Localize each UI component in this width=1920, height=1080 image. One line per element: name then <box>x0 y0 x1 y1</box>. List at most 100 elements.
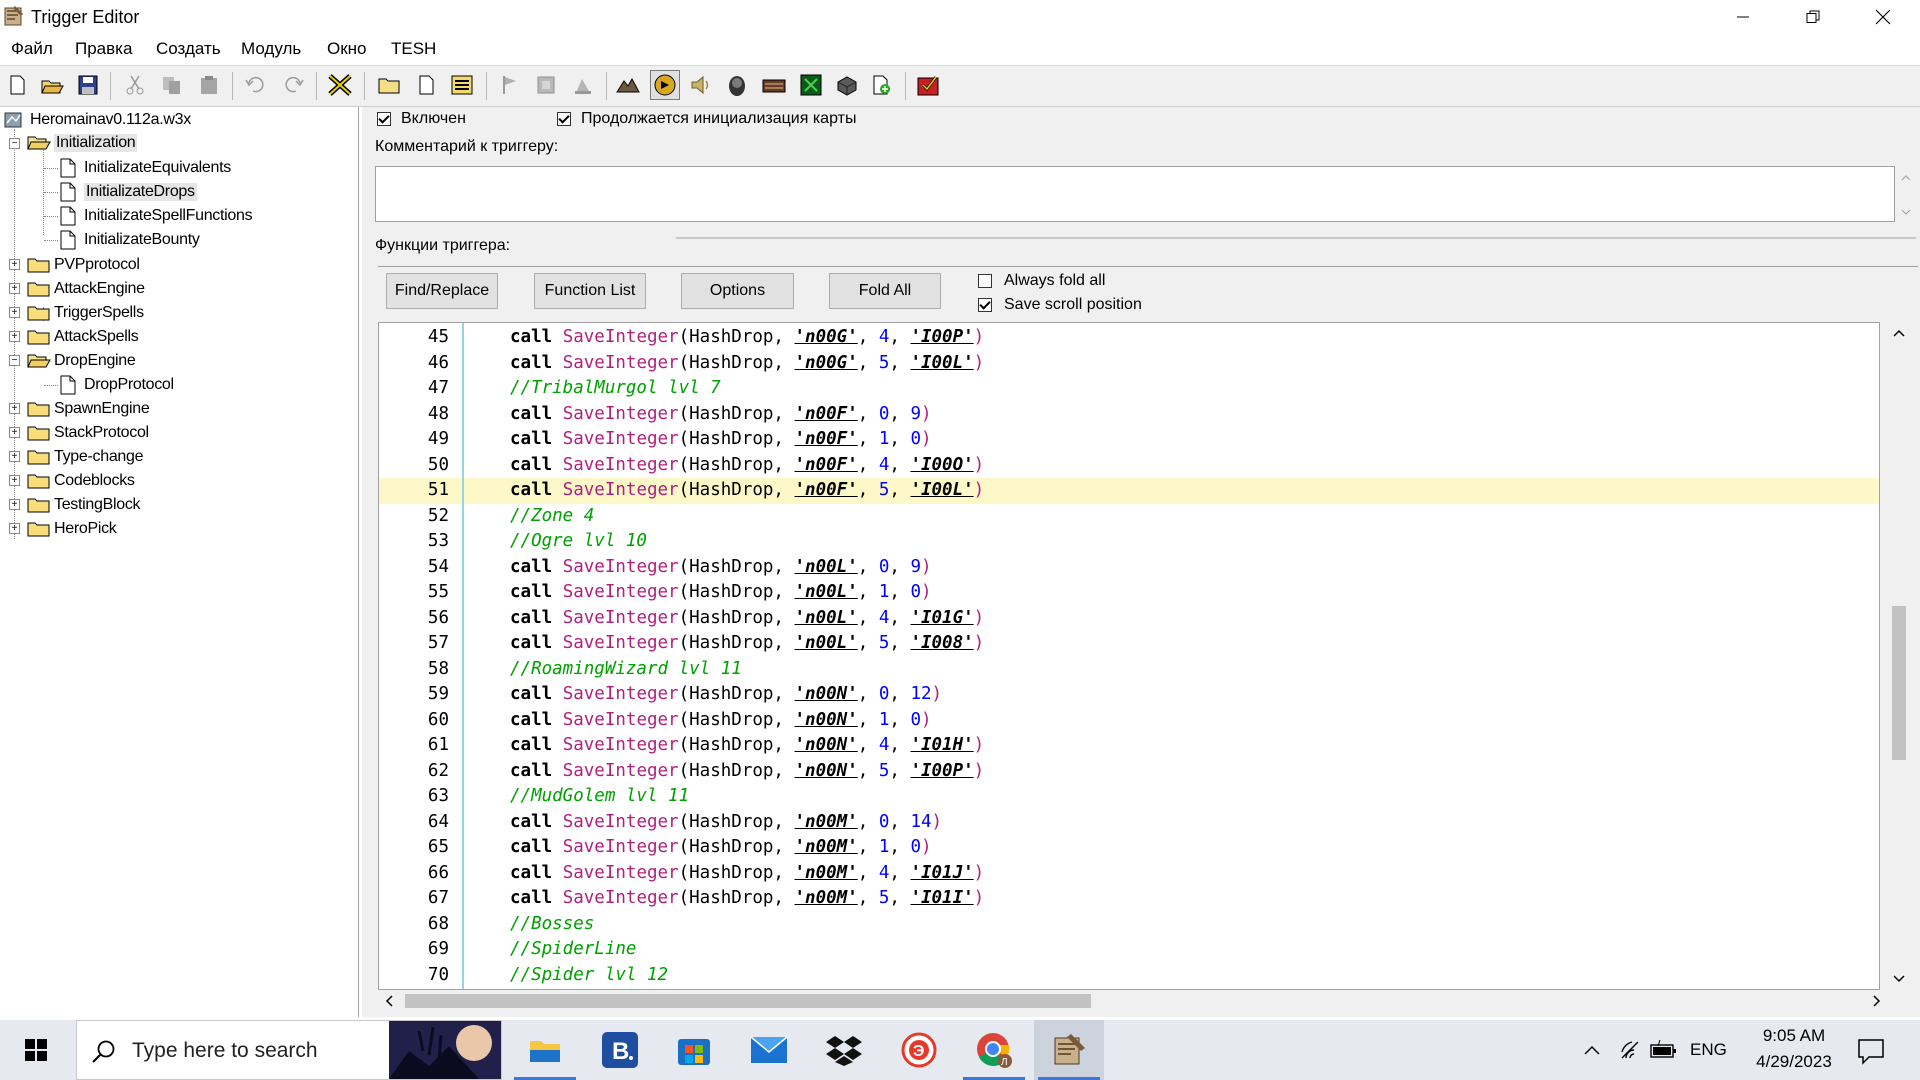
tree-folder-testingblock[interactable]: TestingBlock <box>27 494 141 516</box>
cut-button[interactable] <box>120 70 150 100</box>
tree-folder-dropengine[interactable]: DropEngine <box>27 350 136 372</box>
comment-scroll-arrows[interactable] <box>1900 172 1912 218</box>
enabled-checkbox[interactable] <box>377 112 391 126</box>
expand-toggle[interactable]: + <box>9 283 20 294</box>
run-on-init-checkbox[interactable] <box>557 112 571 126</box>
tree-folder-heropick[interactable]: HeroPick <box>27 518 117 540</box>
code-line[interactable]: 59 call SaveInteger(HashDrop, 'n00N', 0, … <box>379 682 1879 708</box>
code-line[interactable]: 47 //TribalMurgol lvl 7 <box>379 376 1879 402</box>
expand-toggle[interactable]: + <box>9 451 20 462</box>
wifi-icon[interactable] <box>1618 1038 1642 1062</box>
save-button[interactable] <box>73 70 103 100</box>
code-line[interactable]: 58 //RoamingWizard lvl 11 <box>379 657 1879 683</box>
tree-folder-stackprotocol[interactable]: StackProtocol <box>27 422 149 444</box>
start-button[interactable] <box>0 1020 72 1080</box>
collapse-toggle[interactable]: − <box>9 138 20 149</box>
search-box[interactable]: Type here to search <box>76 1020 502 1080</box>
redo-button[interactable] <box>278 70 308 100</box>
code-line[interactable]: 67 call SaveInteger(HashDrop, 'n00M', 5, … <box>379 886 1879 912</box>
code-line[interactable]: 60 call SaveInteger(HashDrop, 'n00N', 1, … <box>379 708 1879 734</box>
object-manager-button[interactable] <box>832 70 862 100</box>
expand-toggle[interactable]: + <box>9 259 20 270</box>
menu-window[interactable]: Окно <box>327 39 367 59</box>
fold-all-button[interactable]: Fold All <box>829 273 941 309</box>
taskbar-microsoft-store[interactable] <box>659 1020 729 1080</box>
code-line[interactable]: 52 //Zone 4 <box>379 504 1879 530</box>
tree-trigger-initializatebounty[interactable]: InitializateBounty <box>59 229 200 251</box>
code-line[interactable]: 45 call SaveInteger(HashDrop, 'n00G', 4, … <box>379 325 1879 351</box>
vertical-scrollbar[interactable] <box>1888 322 1910 990</box>
scroll-up-icon[interactable] <box>1888 322 1910 344</box>
clock[interactable]: 9:05 AM 4/29/2023 <box>1742 1026 1846 1072</box>
code-line[interactable]: 48 call SaveInteger(HashDrop, 'n00F', 0, … <box>379 402 1879 428</box>
tree-folder-attackengine[interactable]: AttackEngine <box>27 278 145 300</box>
tree-folder-spawnengine[interactable]: SpawnEngine <box>27 398 150 420</box>
code-line[interactable]: 50 call SaveInteger(HashDrop, 'n00F', 4, … <box>379 453 1879 479</box>
tree-trigger-dropprotocol[interactable]: DropProtocol <box>59 374 174 396</box>
code-line[interactable]: 46 call SaveInteger(HashDrop, 'n00G', 5, … <box>379 351 1879 377</box>
new-comment-button[interactable] <box>447 70 477 100</box>
taskbar-chrome[interactable]: Л <box>959 1020 1029 1080</box>
open-button[interactable] <box>37 70 67 100</box>
expand-toggle[interactable]: + <box>9 523 20 534</box>
vertical-scroll-thumb[interactable] <box>1892 606 1906 760</box>
code-line[interactable]: 70 //Spider lvl 12 <box>379 963 1879 989</box>
tree-folder-initialization[interactable]: Initialization <box>27 132 138 154</box>
expand-toggle[interactable]: + <box>9 331 20 342</box>
close-x-button[interactable] <box>325 70 355 100</box>
expand-toggle[interactable]: + <box>9 403 20 414</box>
code-line[interactable]: 65 call SaveInteger(HashDrop, 'n00M', 1, … <box>379 835 1879 861</box>
save-scroll-checkbox[interactable] <box>978 298 992 312</box>
always-fold-option[interactable]: Always fold all <box>978 272 1105 290</box>
trigger-editor-button[interactable] <box>650 70 680 100</box>
minimize-button[interactable] <box>1708 0 1778 34</box>
code-line[interactable]: 56 call SaveInteger(HashDrop, 'n00L', 4, … <box>379 606 1879 632</box>
taskbar-yandex-browser[interactable]: Э <box>884 1020 954 1080</box>
expand-toggle[interactable]: + <box>9 307 20 318</box>
object-editor-button[interactable] <box>722 70 752 100</box>
expand-toggle[interactable]: + <box>9 475 20 486</box>
new-condition-button[interactable] <box>531 70 561 100</box>
tree-trigger-initializateequivalents[interactable]: InitializateEquivalents <box>59 157 231 179</box>
collapse-toggle[interactable]: − <box>9 355 20 366</box>
restore-button[interactable] <box>1778 0 1848 34</box>
tree-folder-attackspells[interactable]: AttackSpells <box>27 326 139 348</box>
terrain-editor-button[interactable] <box>613 70 643 100</box>
undo-button[interactable] <box>241 70 271 100</box>
taskbar-dropbox[interactable] <box>809 1020 879 1080</box>
code-line[interactable]: 63 //MudGolem lvl 11 <box>379 784 1879 810</box>
function-list-button[interactable]: Function List <box>534 273 646 309</box>
splitter[interactable] <box>676 237 1916 239</box>
menu-file[interactable]: Файл <box>11 39 53 59</box>
enabled-option[interactable]: Включен <box>377 110 466 128</box>
tree-folder-pvpprotocol[interactable]: PVPprotocol <box>27 254 140 276</box>
code-line[interactable]: 57 call SaveInteger(HashDrop, 'n00L', 5, … <box>379 631 1879 657</box>
new-category-button[interactable] <box>374 70 404 100</box>
code-line[interactable]: 55 call SaveInteger(HashDrop, 'n00L', 1, … <box>379 580 1879 606</box>
taskbar-trigger-editor[interactable] <box>1034 1020 1104 1080</box>
ai-editor-button[interactable] <box>796 70 826 100</box>
code-line[interactable]: 61 call SaveInteger(HashDrop, 'n00N', 4, … <box>379 733 1879 759</box>
close-button[interactable] <box>1848 0 1918 34</box>
horizontal-scroll-thumb[interactable] <box>405 994 1091 1008</box>
expand-toggle[interactable]: + <box>9 499 20 510</box>
scroll-down-icon[interactable] <box>1888 968 1910 990</box>
menu-tesh[interactable]: TESH <box>391 39 436 59</box>
code-line[interactable]: 51 call SaveInteger(HashDrop, 'n00F', 5, … <box>379 478 1879 504</box>
new-button[interactable] <box>2 70 32 100</box>
code-line[interactable]: 66 call SaveInteger(HashDrop, 'n00M', 4, … <box>379 861 1879 887</box>
sound-editor-button[interactable] <box>686 70 716 100</box>
menu-module[interactable]: Модуль <box>241 39 301 59</box>
code-line[interactable]: 68 //Bosses <box>379 912 1879 938</box>
comment-field[interactable] <box>375 166 1895 222</box>
code-editor[interactable]: 45 call SaveInteger(HashDrop, 'n00G', 4, … <box>378 322 1880 990</box>
tree-root[interactable]: Heromainav0.112a.w3x <box>4 109 191 131</box>
horizontal-scrollbar[interactable] <box>378 990 1888 1012</box>
code-line[interactable]: 62 call SaveInteger(HashDrop, 'n00N', 5, … <box>379 759 1879 785</box>
tree-folder-type-change[interactable]: Type-change <box>27 446 144 468</box>
new-event-button[interactable] <box>494 70 524 100</box>
run-on-init-option[interactable]: Продолжается инициализация карты <box>557 110 856 128</box>
import-manager-button[interactable] <box>867 70 897 100</box>
taskbar-file-explorer[interactable] <box>510 1020 580 1080</box>
language-indicator[interactable]: ENG <box>1690 1040 1727 1060</box>
